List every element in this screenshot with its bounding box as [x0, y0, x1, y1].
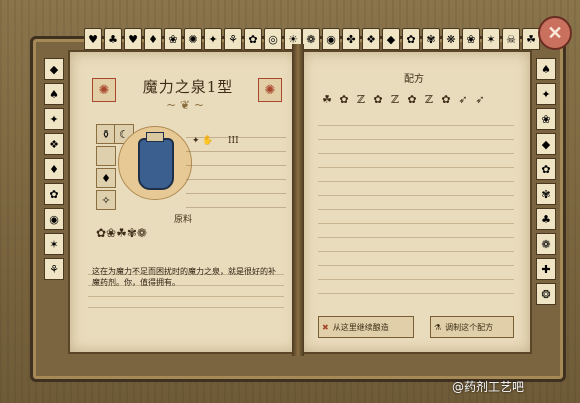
tab-icon[interactable]: ✤	[342, 28, 360, 50]
tab-icon[interactable]: ♥	[124, 28, 142, 50]
tab-icon[interactable]: ✦	[204, 28, 222, 50]
effect-icons: ✦ ✋	[192, 136, 214, 146]
tab-icon[interactable]: ❁	[536, 233, 556, 255]
left-side-tabs: ◆ ♠ ✦ ❖ ♦ ✿ ◉ ✶ ⚘	[44, 58, 64, 280]
tab-icon[interactable]: ✺	[184, 28, 202, 50]
tab-icon[interactable]: ♥	[84, 28, 102, 50]
close-button[interactable]: ✕	[538, 16, 572, 50]
tab-icon[interactable]: ♠	[536, 58, 556, 80]
tab-icon[interactable]: ✦	[44, 108, 64, 130]
recipe-lines	[318, 112, 514, 302]
tab-icon[interactable]: ✚	[536, 258, 556, 280]
brew-recipe-button[interactable]: ⚗ 调制这个配方	[430, 316, 514, 338]
tab-icon[interactable]: ✦	[536, 83, 556, 105]
recipe-step-icon: ℤ	[356, 92, 366, 106]
recipe-step-icon: ➶	[458, 92, 468, 106]
recipe-step-icon: ✿	[407, 92, 417, 106]
tab-icon[interactable]: ❀	[462, 28, 480, 50]
tab-icon[interactable]: ✾	[536, 183, 556, 205]
tab-icon[interactable]: ◉	[322, 28, 340, 50]
tier-text: III	[228, 136, 239, 146]
top-tabs-left: ♥ ♣ ♥ ♦ ❀ ✺ ✦ ⚘ ✿ ◎ ☀	[84, 28, 302, 50]
tab-icon[interactable]: ⚘	[44, 258, 64, 280]
empty-slot[interactable]	[96, 146, 116, 166]
tab-icon[interactable]: ❁	[302, 28, 320, 50]
tab-icon[interactable]: ❀	[536, 108, 556, 130]
ingredients-label: 原料	[174, 215, 193, 225]
recipe-step-icon: ✿	[373, 92, 383, 106]
flask-body	[138, 138, 174, 190]
tab-icon[interactable]: ◆	[44, 58, 64, 80]
recipe-step-icon: ℤ	[390, 92, 400, 106]
tab-icon[interactable]: ❀	[164, 28, 182, 50]
tab-icon[interactable]: ♠	[44, 83, 64, 105]
tab-icon[interactable]: ✿	[402, 28, 420, 50]
tab-icon[interactable]: ⚘	[224, 28, 242, 50]
tab-icon[interactable]: ❋	[442, 28, 460, 50]
continue-brewing-button[interactable]: ✖ 从这里继续酿造	[318, 316, 414, 338]
flask-cork	[146, 132, 164, 142]
tab-icon[interactable]: ✿	[244, 28, 262, 50]
tab-icon[interactable]: ◉	[44, 208, 64, 230]
recipe-header: 配方	[404, 74, 424, 85]
tab-icon[interactable]: ✶	[482, 28, 500, 50]
description-text: 这在为魔力不足而困扰时的魔力之泉，就是很好的补魔药剂。你，值得拥有。	[88, 264, 284, 316]
tab-icon[interactable]: ❂	[536, 283, 556, 305]
tab-icon[interactable]: ◆	[382, 28, 400, 50]
recipe-step-icon: ☘	[322, 92, 332, 106]
tab-icon[interactable]: ☠	[502, 28, 520, 50]
title-flourish: ~ ❦ ~	[166, 98, 204, 112]
page-title: 魔力之泉1型	[142, 78, 234, 96]
potion-slot-icon[interactable]: ♦	[96, 168, 116, 188]
recipe-step-icon: ✿	[339, 92, 349, 106]
ingredient-icons: ✿❀☘✾❁	[96, 226, 147, 240]
tab-icon[interactable]: ❖	[362, 28, 380, 50]
cauldron-icon: ⚗	[434, 322, 442, 332]
tab-icon[interactable]: ✶	[44, 233, 64, 255]
tab-icon[interactable]: ✿	[44, 183, 64, 205]
tab-icon[interactable]: ◆	[536, 133, 556, 155]
brew-recipe-label: 调制这个配方	[445, 322, 494, 332]
watermark-text: @药剂工艺吧	[452, 380, 525, 394]
book-spine	[292, 44, 304, 356]
tab-icon[interactable]: ♣	[104, 28, 122, 50]
recipe-step-icon: ✿	[441, 92, 451, 106]
recipe-steps: ☘ ✿ ℤ ✿ ℤ ✿ ℤ ✿ ➶ ➶	[320, 92, 487, 106]
bottle-slot-icon[interactable]: ⚱	[96, 124, 116, 144]
tab-icon[interactable]: ♦	[144, 28, 162, 50]
ornament-right-icon: ✺	[258, 78, 282, 102]
tab-icon[interactable]: ◎	[264, 28, 282, 50]
ingredient-slot-icon[interactable]: ✧	[96, 190, 116, 210]
tab-icon[interactable]: ✿	[536, 158, 556, 180]
continue-brewing-label: 从这里继续酿造	[332, 322, 389, 332]
right-side-tabs: ♠ ✦ ❀ ◆ ✿ ✾ ♣ ❁ ✚ ❂	[536, 58, 556, 305]
tab-icon[interactable]: ✾	[422, 28, 440, 50]
recipe-step-icon: ➶	[475, 92, 485, 106]
tab-icon[interactable]: ♦	[44, 158, 64, 180]
recipe-step-icon: ℤ	[424, 92, 434, 106]
scroll-cancel-icon: ✖	[322, 322, 329, 332]
tab-icon[interactable]: ❖	[44, 133, 64, 155]
top-tabs-right: ❁ ◉ ✤ ❖ ◆ ✿ ✾ ❋ ❀ ✶ ☠ ☘	[302, 28, 540, 50]
tab-icon[interactable]: ♣	[536, 208, 556, 230]
